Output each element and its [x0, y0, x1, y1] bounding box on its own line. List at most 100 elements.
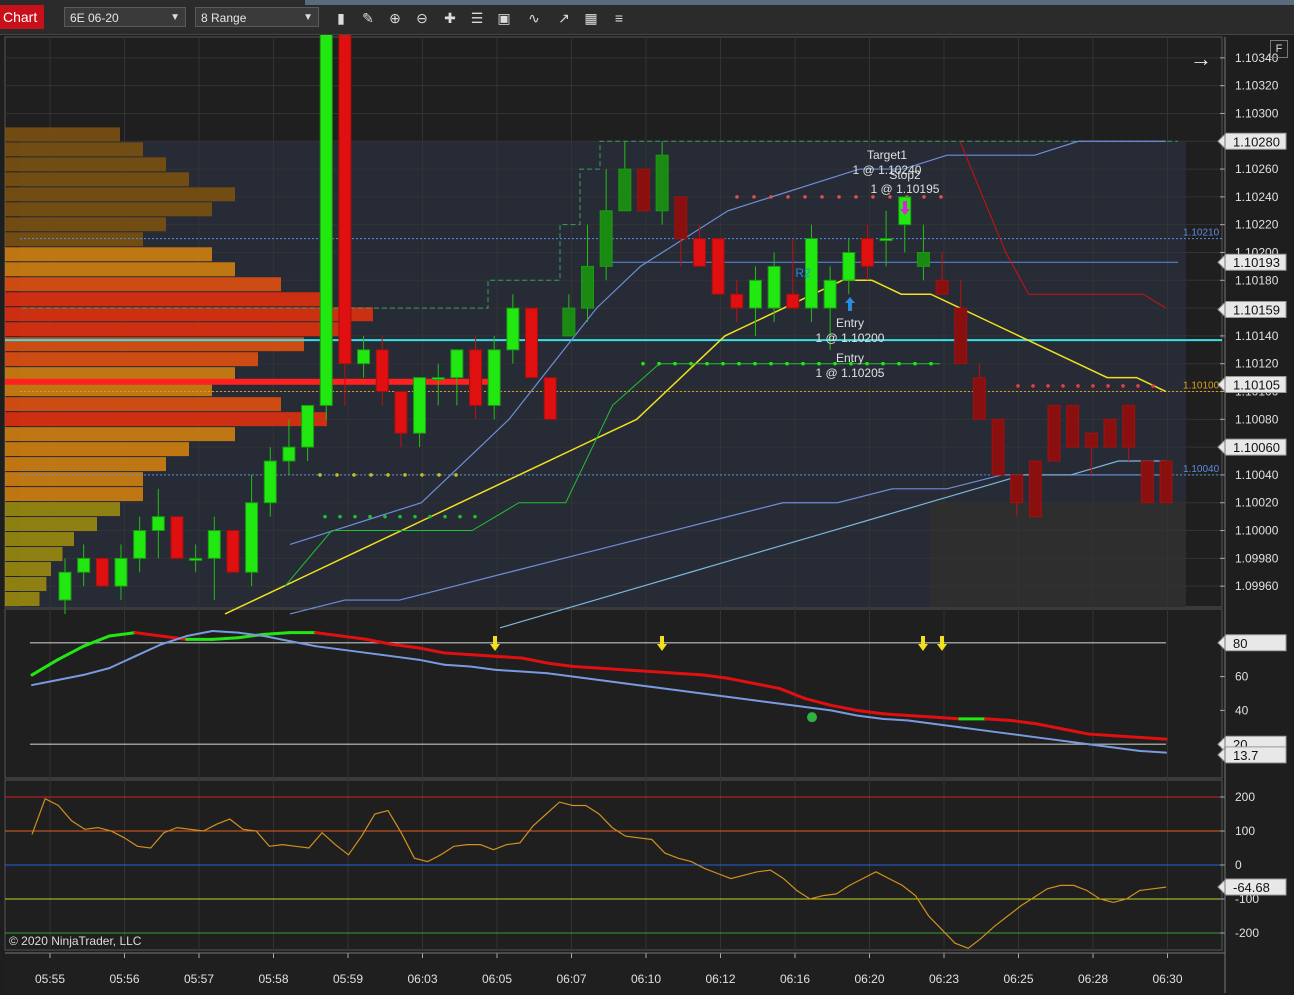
chart-tab[interactable]: Chart — [0, 5, 44, 29]
candle-body — [730, 293, 744, 309]
volume-profile-bar — [5, 262, 235, 277]
stop-dot — [338, 514, 342, 519]
candle-body — [469, 349, 483, 406]
cci-tick-label: 0 — [1235, 858, 1242, 872]
candle-body — [151, 516, 165, 532]
target-dot — [752, 195, 756, 199]
cci-marker-label: -64.68 — [1233, 880, 1270, 895]
volume-profile-bar — [5, 487, 143, 502]
stoch-k-line — [1087, 732, 1116, 738]
time-tick-label: 05:58 — [258, 972, 288, 986]
time-tick-label: 06:07 — [556, 972, 586, 986]
strategies-icon[interactable]: ↗ — [553, 7, 575, 29]
stoch-k-line — [932, 715, 962, 721]
time-tick-label: 06:10 — [631, 972, 661, 986]
indicators-icon[interactable]: ∿ — [523, 7, 545, 29]
entry-dot — [929, 361, 933, 366]
stop-dot — [353, 514, 357, 519]
time-tick-label: 06:12 — [705, 972, 735, 986]
level-line-label: 1.10040 — [1183, 464, 1220, 475]
resistance-dot — [1061, 384, 1065, 388]
instrument-selector[interactable]: 6E 06-20 ▼ — [64, 7, 186, 27]
zoom-out-icon[interactable]: ⊖ — [411, 7, 433, 29]
candle-body — [357, 349, 371, 365]
resistance-dot — [1136, 384, 1140, 388]
bars-type-icon[interactable]: ▮ — [330, 7, 352, 29]
price-tick-label: 1.10180 — [1235, 273, 1279, 287]
stoch-k-line — [1112, 734, 1142, 739]
volume-profile-bar — [5, 157, 166, 172]
candle-body — [487, 349, 501, 406]
candle-body — [711, 238, 725, 295]
period-selector[interactable]: 8 Range ▼ — [195, 7, 319, 27]
time-tick-label: 06:23 — [929, 972, 959, 986]
price-marker-label: 1.10193 — [1233, 255, 1280, 270]
pencil-icon[interactable]: ✎ — [357, 7, 379, 29]
candle-body — [431, 377, 445, 381]
crosshair-icon[interactable]: ✚ — [439, 7, 461, 29]
stoch-k-line — [906, 713, 936, 719]
candle-body — [263, 460, 277, 504]
instrument-value: 6E 06-20 — [70, 11, 119, 25]
support-dot — [369, 473, 373, 477]
target-dot — [939, 195, 943, 199]
stoch-k-line — [674, 671, 704, 677]
data-box-icon[interactable]: ▣ — [493, 7, 515, 29]
candle-body — [1159, 460, 1173, 504]
stoch-k-line — [881, 712, 910, 717]
chart-canvas[interactable]: 1.103401.103201.103001.102801.102601.102… — [0, 35, 1294, 995]
candle-body — [1047, 404, 1061, 462]
properties-icon[interactable]: ☰ — [466, 7, 488, 29]
resistance-dot — [1091, 384, 1095, 388]
volume-profile-bar — [5, 457, 166, 472]
fixed-scale-toggle[interactable]: F — [1270, 40, 1288, 58]
price-tick-label: 1.09980 — [1235, 551, 1279, 565]
list-icon[interactable]: ≡ — [608, 7, 630, 29]
candle-body — [95, 557, 109, 587]
price-tick-label: 1.10320 — [1235, 79, 1279, 93]
time-tick-label: 06:25 — [1003, 972, 1033, 986]
cci-tick-label: -200 — [1235, 926, 1259, 940]
time-tick-label: 06:16 — [780, 972, 810, 986]
stoch-tick-label: 40 — [1235, 703, 1249, 717]
level-line-label: 1.10100 — [1183, 381, 1220, 392]
candle-body — [338, 35, 352, 365]
candle-body — [581, 265, 595, 309]
candle-body — [692, 238, 706, 267]
resistance-dot — [1016, 384, 1020, 388]
order-entry-label: Entry — [836, 316, 864, 330]
volume-profile-bar — [5, 322, 350, 337]
volume-profile-bar — [5, 247, 212, 262]
stoch-k-line — [649, 670, 678, 675]
volume-profile-bar — [5, 232, 143, 247]
support-dot — [318, 473, 322, 477]
stop-dot — [323, 514, 327, 519]
stop-dot — [458, 514, 462, 519]
scroll-right-arrow-icon[interactable]: → — [1190, 46, 1212, 72]
stoch-k-line — [1138, 735, 1168, 741]
stoch-k-line — [262, 631, 292, 636]
candle-body — [1084, 432, 1098, 448]
candle-body — [599, 210, 613, 267]
stop-dot — [473, 514, 477, 519]
entry-dot — [657, 361, 661, 366]
volume-profile-bar — [5, 397, 281, 412]
support-dot — [386, 473, 390, 477]
time-tick-label: 06:28 — [1078, 972, 1108, 986]
shadow-zone — [930, 502, 1186, 607]
templates-icon[interactable]: ▦ — [580, 7, 602, 29]
order-stop-label: Stop2 — [889, 168, 921, 182]
stoch-marker-label: 80 — [1233, 636, 1247, 651]
candle-body — [450, 349, 464, 379]
stop-dot — [368, 514, 372, 519]
candle-body — [133, 530, 147, 559]
stop-dot — [428, 514, 432, 519]
zoom-in-icon[interactable]: ⊕ — [384, 7, 406, 29]
entry-dot — [913, 361, 917, 366]
order-stop-detail: 1 @ 1.10195 — [871, 182, 940, 196]
volume-profile-bar — [5, 472, 143, 487]
volume-profile-bar — [5, 127, 120, 142]
support-dot — [352, 473, 356, 477]
resistance-dot — [1046, 384, 1050, 388]
candle-body — [1122, 404, 1136, 448]
